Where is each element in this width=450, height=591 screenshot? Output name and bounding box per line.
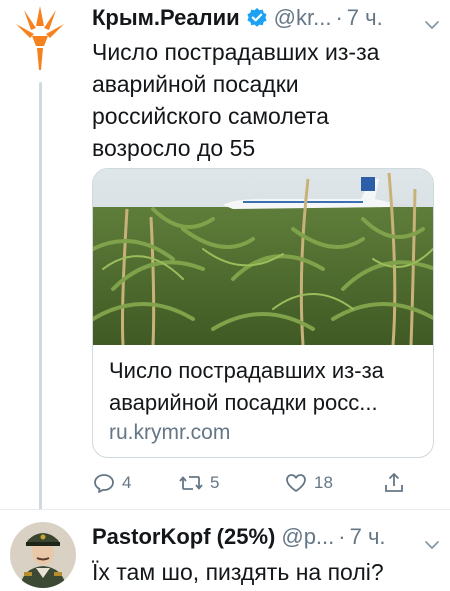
reply-author-handle[interactable]: @p... — [281, 524, 334, 550]
like-button[interactable]: 18 — [284, 468, 333, 498]
card-image-plane-in-cornfield — [93, 169, 433, 346]
reply-timestamp[interactable]: 7 ч. — [350, 524, 386, 550]
reply-header: PastorKopf (25%) @p... · 7 ч. — [92, 522, 442, 552]
tweet-header: Крым.Реалии @kr... · 7 ч. — [92, 2, 442, 34]
tweet-text: Число пострадавших из-за аварийной посад… — [92, 39, 380, 161]
separator-dot: · — [335, 5, 343, 30]
author-name[interactable]: Крым.Реалии — [92, 5, 240, 31]
chevron-down-icon[interactable] — [424, 531, 440, 549]
retweet-button[interactable]: 5 — [178, 468, 219, 498]
divider — [0, 509, 450, 510]
share-icon — [385, 473, 403, 492]
reply-button[interactable]: 4 — [92, 468, 131, 498]
thread-line — [39, 82, 42, 510]
heart-icon — [286, 474, 306, 492]
like-count: 18 — [314, 473, 333, 492]
avatar[interactable] — [10, 522, 76, 588]
verified-badge-icon — [246, 7, 268, 29]
krymr-logo-avatar[interactable] — [14, 6, 66, 72]
reply-text: Їх там шо, пиздять на полі? — [92, 559, 384, 585]
tweet-action-bar: 4 5 18 — [92, 468, 432, 498]
separator-dot: · — [338, 524, 346, 549]
link-card[interactable]: Число пострадавших из-за аварийной посад… — [92, 168, 434, 458]
reply-icon — [94, 474, 114, 493]
reply-author-name[interactable]: PastorKopf (25%) — [92, 524, 275, 550]
share-button[interactable] — [382, 468, 406, 498]
card-domain: ru.krymr.com — [109, 421, 231, 444]
reply-count: 4 — [122, 473, 132, 492]
retweet-icon — [179, 476, 203, 490]
card-title: Число пострадавших из-за аварийной посад… — [109, 358, 384, 415]
retweet-count: 5 — [210, 473, 220, 492]
timestamp[interactable]: 7 ч. — [347, 5, 383, 31]
author-handle[interactable]: @kr... — [274, 5, 332, 31]
chevron-down-icon[interactable] — [424, 11, 440, 29]
